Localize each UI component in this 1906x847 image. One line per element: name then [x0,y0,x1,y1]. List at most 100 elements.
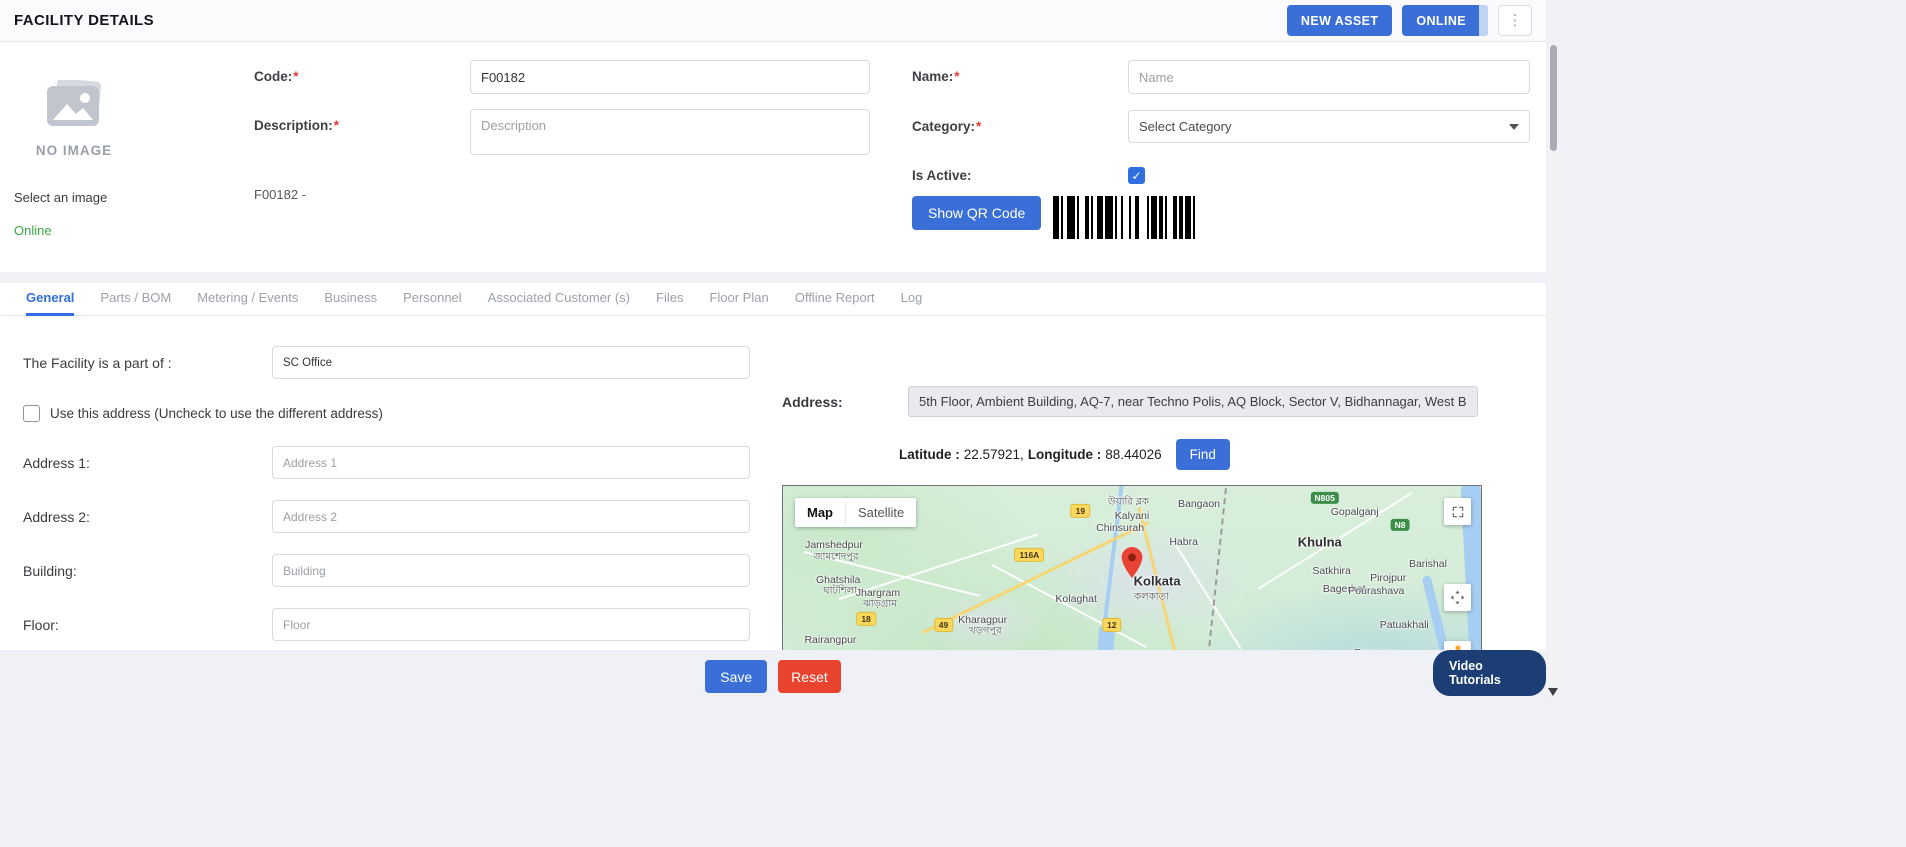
is-active-label: Is Active: [912,168,972,183]
pan-icon[interactable] [1444,584,1471,611]
online-button[interactable]: ONLINE [1402,5,1488,36]
video-tutorials-button[interactable]: Video Tutorials [1433,650,1546,696]
category-selected-value: Select Category [1139,119,1232,134]
tab-personnel[interactable]: Personnel [403,282,462,316]
map-place-label: Kalyani [1114,510,1150,523]
use-address-label: Use this address (Uncheck to use the dif… [50,406,383,421]
part-of-row: The Facility is a part of : [23,346,1546,379]
image-placeholder-icon [14,78,134,135]
map-place-label: Patuakhali [1379,619,1429,632]
tab-log[interactable]: Log [901,282,923,316]
save-button[interactable]: Save [705,660,768,693]
tab-associated-customer-s[interactable]: Associated Customer (s) [488,282,630,316]
page-title: FACILITY DETAILS [14,12,155,29]
map-place-label: Gopalganj [1330,506,1379,519]
more-options-button[interactable]: ⋮ [1498,5,1532,36]
map-place-label: Habra [1169,535,1198,548]
tab-general[interactable]: General [26,282,75,316]
name-row: Name:* [912,60,1532,94]
building-label: Building: [23,562,77,579]
reset-button[interactable]: Reset [778,660,841,693]
show-qr-code-button[interactable]: Show QR Code [912,196,1042,230]
address1-input[interactable] [272,446,750,479]
tab-parts-bom[interactable]: Parts / BOM [100,282,171,316]
name-input[interactable] [1128,60,1530,94]
tab-files[interactable]: Files [656,282,683,316]
map-type-satellite-button[interactable]: Satellite [846,498,916,527]
map-place-label: Khulna [1297,534,1342,550]
chevron-down-icon [1509,123,1519,130]
select-image-link[interactable]: Select an image [14,190,254,205]
category-label: Category:* [912,119,982,134]
online-button-tail [1479,5,1488,36]
map-place-label: Pourashava [1348,584,1405,597]
map-place-label: কলকাতা [1134,591,1169,603]
header-bar: FACILITY DETAILS NEW ASSET ONLINE ⋮ [0,0,1546,42]
new-asset-button[interactable]: NEW ASSET [1286,5,1393,36]
floor-input[interactable] [272,608,750,641]
description-row: Description:* [254,109,870,155]
longitude-value: 88.44026 [1105,447,1162,462]
map-place-label: খড়গপুর [969,625,1002,637]
address-readonly-input [908,386,1478,417]
map-route-badge: 49 [933,618,954,633]
latitude-value: 22.57921, [963,447,1024,462]
tabs: General Parts / BOM Metering / Events Busin… [0,283,1546,316]
address-label: Address: [782,393,843,410]
map-place-label: Rairangpur [804,633,857,646]
find-button[interactable]: Find [1175,439,1230,470]
part-of-label: The Facility is a part of : [23,354,172,371]
scrollbar-thumb[interactable] [1550,45,1557,151]
map-place-label: Barguna [1354,647,1394,650]
map-place-label: Chinsurah [1096,522,1145,535]
scrollbar-down-arrow[interactable] [1548,688,1558,696]
map-type-map-button[interactable]: Map [795,498,845,527]
description-input[interactable] [470,109,870,155]
map-canvas[interactable]: Jamshedpur জামশেদপুর Ghatshila ঘাটশিলা Jharg… [782,485,1482,650]
address2-label: Address 2: [23,508,90,525]
code-row: Code:* [254,60,870,94]
building-input[interactable] [272,554,750,587]
part-of-input[interactable] [272,346,750,379]
map-route-badge: 116A [1014,547,1045,562]
pegman-icon[interactable] [1444,641,1471,650]
fullscreen-icon[interactable] [1444,498,1471,525]
map-place-label: Pirojpur [1370,572,1407,585]
tab-offline-report[interactable]: Offline Report [795,282,875,316]
required-asterisk: * [293,69,299,84]
use-address-checkbox[interactable] [23,405,40,422]
address2-input[interactable] [272,500,750,533]
address-row: Address: [782,386,1504,417]
map-route-badge: 12 [1102,618,1122,633]
tab-floor-plan[interactable]: Floor Plan [709,282,768,316]
map-place-label: Barishal [1408,558,1447,571]
is-active-checkbox[interactable] [1128,167,1145,184]
code-input[interactable] [470,60,870,94]
map-place-label: Bangaon [1177,497,1221,510]
category-select[interactable]: Select Category [1128,110,1530,143]
header-actions: NEW ASSET ONLINE ⋮ [1286,5,1532,36]
no-image-label: NO IMAGE [35,143,113,158]
is-active-row: Is Active: [912,167,1532,184]
required-asterisk: * [976,119,982,134]
code-description-column: Code:* Description:* F00182 - [254,60,870,272]
latitude-label: Latitude : [899,447,960,462]
floor-label: Floor: [23,616,59,633]
online-button-label: ONLINE [1416,13,1466,28]
barcode-image [1053,196,1222,239]
online-status-text: Online [14,223,52,238]
map-route-badge: 18 [856,612,876,627]
map-place-label: Kolaghat [1055,592,1097,605]
vertical-scrollbar[interactable] [1548,42,1559,698]
tab-metering-events[interactable]: Metering / Events [197,282,298,316]
address-map-pane: Address: Latitude : 22.57921, Longitude … [782,386,1504,650]
map-place-label: ঘাটশিলা [823,585,858,597]
map-place-label: Satkhira [1312,565,1351,578]
code-label: Code:* [254,69,299,84]
required-asterisk: * [954,69,960,84]
description-label: Description:* [254,118,340,133]
tab-business[interactable]: Business [324,282,377,316]
qr-row: Show QR Code [912,196,1532,239]
facility-form-card: NO IMAGE Select an image Online Code:* D… [0,42,1546,272]
map-place-label: জামশেদপুর [813,551,859,563]
